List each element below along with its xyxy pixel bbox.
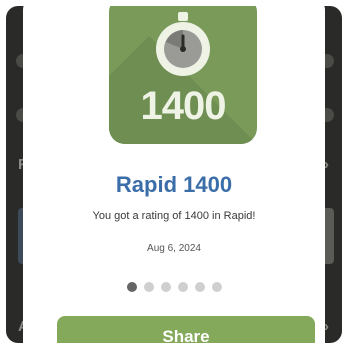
stopwatch-icon bbox=[156, 12, 210, 76]
achievement-modal: 1400 Rapid 1400 You got a rating of 1400… bbox=[23, 6, 325, 343]
pager-dot[interactable] bbox=[143, 282, 154, 292]
achievement-date: Aug 6, 2024 bbox=[147, 243, 201, 254]
pager-dot[interactable] bbox=[211, 282, 222, 292]
achievement-badge: 1400 bbox=[109, 6, 257, 144]
achievement-title: Rapid 1400 bbox=[115, 172, 233, 197]
pager-dot[interactable] bbox=[160, 282, 171, 292]
pager-dot[interactable] bbox=[126, 282, 137, 292]
app-screen: F › A › 1400 Rapid 1400 You got a rating… bbox=[6, 6, 342, 343]
pager-dots bbox=[23, 282, 325, 292]
share-button[interactable]: Share bbox=[57, 316, 315, 343]
pager-dot[interactable] bbox=[194, 282, 205, 292]
achievement-description: You got a rating of 1400 in Rapid! bbox=[92, 210, 256, 222]
pager-dot[interactable] bbox=[177, 282, 188, 292]
badge-rating-number: 1400 bbox=[140, 84, 227, 128]
